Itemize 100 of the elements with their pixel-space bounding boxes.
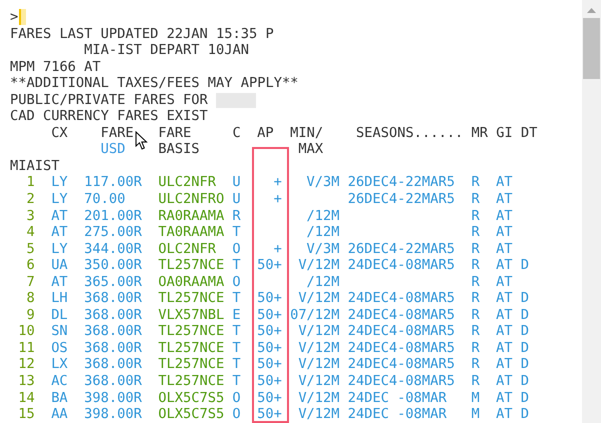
booking-class: U xyxy=(232,191,241,208)
line-number[interactable]: 10 xyxy=(10,323,35,340)
advance-purchase: 50+ xyxy=(257,323,282,340)
fare-amount: 368.00R xyxy=(84,290,142,307)
booking-class: O xyxy=(232,240,241,258)
carrier-code: OS xyxy=(51,340,68,356)
carrier-code: AT xyxy=(51,208,68,224)
season-dates: 24DEC4-08MAR5 xyxy=(348,290,455,307)
line-number[interactable]: 6 xyxy=(10,257,35,274)
season-dates: 24DEC4-08MAR5 xyxy=(348,340,455,356)
line-number[interactable]: 2 xyxy=(10,191,35,208)
carrier-code: BA xyxy=(51,390,68,406)
fare-basis: ULC2NFRO xyxy=(158,191,224,208)
advance-purchase: + xyxy=(272,240,282,258)
fare-amount: 365.00R xyxy=(84,274,142,290)
booking-class: O xyxy=(232,274,241,290)
fare-basis: TL257NCE xyxy=(158,340,224,356)
fare-amount: 368.00R xyxy=(84,306,142,324)
fare-amount: 368.00R xyxy=(84,340,142,356)
line-number[interactable]: 4 xyxy=(10,224,35,241)
scroll-up-icon[interactable] xyxy=(587,8,596,13)
carrier-code: LY xyxy=(51,174,68,192)
column-subheader: USD xyxy=(100,141,126,158)
mr-code: R xyxy=(471,224,480,241)
line-number[interactable]: 3 xyxy=(10,208,35,224)
advance-purchase: 50+ xyxy=(257,290,282,307)
line-number[interactable]: 7 xyxy=(10,274,35,290)
dt-code: D xyxy=(520,306,529,324)
fare-amount: 368.00R xyxy=(84,356,142,374)
min-max-stay: V/12M xyxy=(297,323,340,340)
dt-code: D xyxy=(520,390,529,406)
min-max-stay: V/12M xyxy=(297,356,340,374)
info-line: FARES LAST UPDATED 22JAN 15:35 P xyxy=(10,26,274,42)
gi-code: AT xyxy=(496,406,513,423)
fare-amount: 275.00R xyxy=(84,224,142,241)
gi-code: AT xyxy=(496,224,513,241)
line-number[interactable]: 11 xyxy=(10,340,35,356)
carrier-code: AA xyxy=(51,406,68,423)
advance-purchase: + xyxy=(272,191,282,208)
column-header: C xyxy=(232,124,241,142)
min-max-stay: V/12M xyxy=(297,390,340,406)
column-header: MR xyxy=(471,124,488,142)
gi-code: AT xyxy=(496,174,513,192)
carrier-code: LH xyxy=(51,290,68,307)
booking-class: T xyxy=(232,356,241,374)
season-dates: 24DEC -08MAR xyxy=(348,390,448,406)
carrier-code: LY xyxy=(51,191,68,208)
mr-code: R xyxy=(471,191,480,208)
line-number[interactable]: 5 xyxy=(10,240,35,258)
dt-code: D xyxy=(520,356,529,374)
gi-code: AT xyxy=(496,257,513,274)
line-number[interactable]: 14 xyxy=(10,390,35,406)
line-number[interactable]: 15 xyxy=(10,406,35,423)
min-max-stay: V/12M xyxy=(297,340,340,356)
gi-code: AT xyxy=(496,290,513,307)
carrier-code: AT xyxy=(51,224,68,241)
fare-basis: OLX5C7S5 xyxy=(158,406,224,423)
line-number[interactable]: 1 xyxy=(10,174,35,192)
column-header: CX xyxy=(51,124,68,142)
min-max-stay: /12M xyxy=(306,224,340,241)
mr-code: M xyxy=(471,390,480,406)
season-dates: 24DEC4-08MAR5 xyxy=(348,356,455,374)
column-header: GI xyxy=(496,124,513,142)
carrier-code: LX xyxy=(51,356,68,374)
line-number[interactable]: 9 xyxy=(10,306,35,324)
advance-purchase: 50+ xyxy=(257,257,282,274)
scrollbar[interactable] xyxy=(582,0,601,423)
fare-basis: OLC2NFR xyxy=(158,240,217,258)
min-max-stay: /12M xyxy=(306,274,340,290)
booking-class: E xyxy=(232,306,241,324)
season-dates: 26DEC4-22MAR5 xyxy=(348,191,455,208)
booking-class: T xyxy=(232,373,241,390)
mr-code: R xyxy=(471,257,480,274)
season-dates: 24DEC4-08MAR5 xyxy=(348,373,455,390)
scrollbar-thumb[interactable] xyxy=(583,18,600,79)
fare-amount: 398.00R xyxy=(84,406,142,423)
season-dates: 24DEC -08MAR xyxy=(348,406,448,423)
advance-purchase: + xyxy=(272,174,282,192)
booking-class: R xyxy=(232,208,241,224)
fare-basis: OA0RAAMA xyxy=(158,274,224,290)
line-number[interactable]: 13 xyxy=(10,373,35,390)
booking-class: O xyxy=(232,406,241,423)
gi-code: AT xyxy=(496,306,513,324)
dt-code: D xyxy=(520,323,529,340)
text-cursor[interactable] xyxy=(19,9,26,26)
fare-basis: VLX57NBL xyxy=(158,306,224,324)
advance-purchase: 50+ xyxy=(257,340,282,356)
info-line: PUBLIC/PRIVATE FARES FOR xyxy=(10,92,209,108)
gi-code: AT xyxy=(496,323,513,340)
carrier-code: UA xyxy=(51,257,68,274)
min-max-stay: V/12M xyxy=(297,257,340,274)
fare-basis: TL257NCE xyxy=(158,373,224,390)
mr-code: R xyxy=(471,340,480,356)
fare-basis: RA0RAAMA xyxy=(158,208,224,224)
mr-code: R xyxy=(471,356,480,374)
line-number[interactable]: 12 xyxy=(10,356,35,374)
info-line: MIA-IST DEPART 10JAN xyxy=(83,42,249,59)
min-max-stay: 07/12M xyxy=(290,306,340,324)
line-number[interactable]: 8 xyxy=(10,290,35,307)
mr-code: R xyxy=(471,174,480,192)
